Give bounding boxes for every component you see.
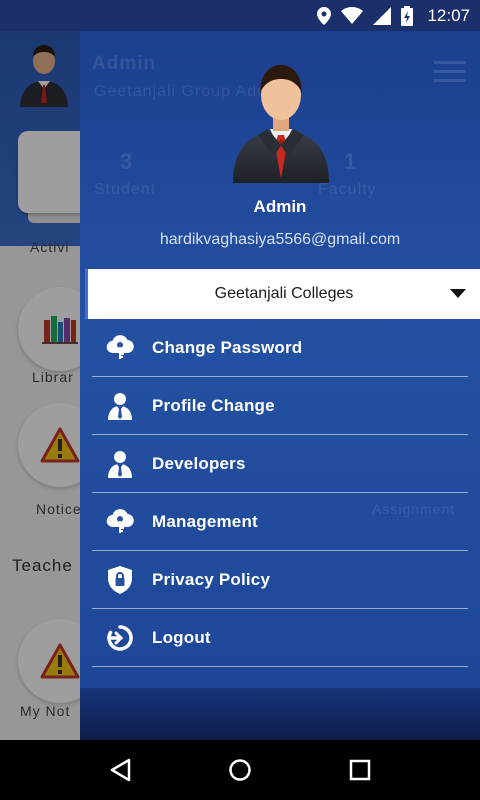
- person-icon: [106, 392, 134, 420]
- recents-button[interactable]: [340, 750, 380, 790]
- menu-item-logout[interactable]: Logout: [92, 609, 468, 667]
- dropdown-arrow-icon: [450, 289, 466, 298]
- ghost-title: Admin: [92, 53, 157, 74]
- menu-label-change-password: Change Password: [152, 337, 303, 357]
- wifi-icon: [341, 7, 364, 24]
- menu-item-management[interactable]: Management: [92, 493, 468, 551]
- drawer-bottom-band: [80, 688, 480, 740]
- menu-label-logout: Logout: [152, 627, 211, 647]
- recents-icon: [349, 759, 371, 781]
- menu-item-change-password[interactable]: Change Password: [92, 319, 468, 377]
- status-bar: 12:07: [0, 0, 480, 31]
- menu-label-management: Management: [152, 511, 258, 531]
- battery-charging-icon: [401, 5, 414, 26]
- back-button[interactable]: [100, 750, 140, 790]
- signal-icon: [373, 6, 392, 25]
- drawer-menu: Change Password Profile Change Developer…: [92, 319, 468, 667]
- cloud-gear-icon: [106, 508, 134, 536]
- menu-label-profile-change: Profile Change: [152, 395, 275, 415]
- menu-item-profile-change[interactable]: Profile Change: [92, 377, 468, 435]
- menu-label-developers: Developers: [152, 453, 246, 473]
- cloud-key-icon: [106, 334, 134, 362]
- shield-lock-icon: [106, 565, 134, 594]
- developer-icon: [106, 450, 134, 478]
- location-icon: [317, 6, 332, 25]
- system-nav-bar: [0, 740, 480, 800]
- college-dropdown[interactable]: Geetanjali Colleges: [85, 269, 480, 319]
- logout-icon: [106, 624, 134, 652]
- menu-item-developers[interactable]: Developers: [92, 435, 468, 493]
- profile-avatar-icon[interactable]: [230, 59, 332, 183]
- home-button[interactable]: [220, 750, 260, 790]
- navigation-drawer: Admin Geetanjali Group Admin 3 Student 1…: [80, 31, 480, 740]
- back-icon: [110, 758, 131, 782]
- profile-email: hardikvaghasiya5566@gmail.com: [159, 231, 401, 248]
- menu-item-privacy-policy[interactable]: Privacy Policy: [92, 551, 468, 609]
- college-dropdown-value: Geetanjali Colleges: [214, 285, 354, 302]
- ghost-stat1-value: 3: [120, 149, 134, 174]
- menu-label-privacy-policy: Privacy Policy: [152, 569, 271, 589]
- ghost-menu-icon: [434, 61, 466, 82]
- ghost-stat2-value: 1: [344, 149, 358, 174]
- home-icon: [229, 759, 251, 781]
- status-time: 12:07: [427, 5, 470, 25]
- profile-name: Admin: [253, 197, 307, 216]
